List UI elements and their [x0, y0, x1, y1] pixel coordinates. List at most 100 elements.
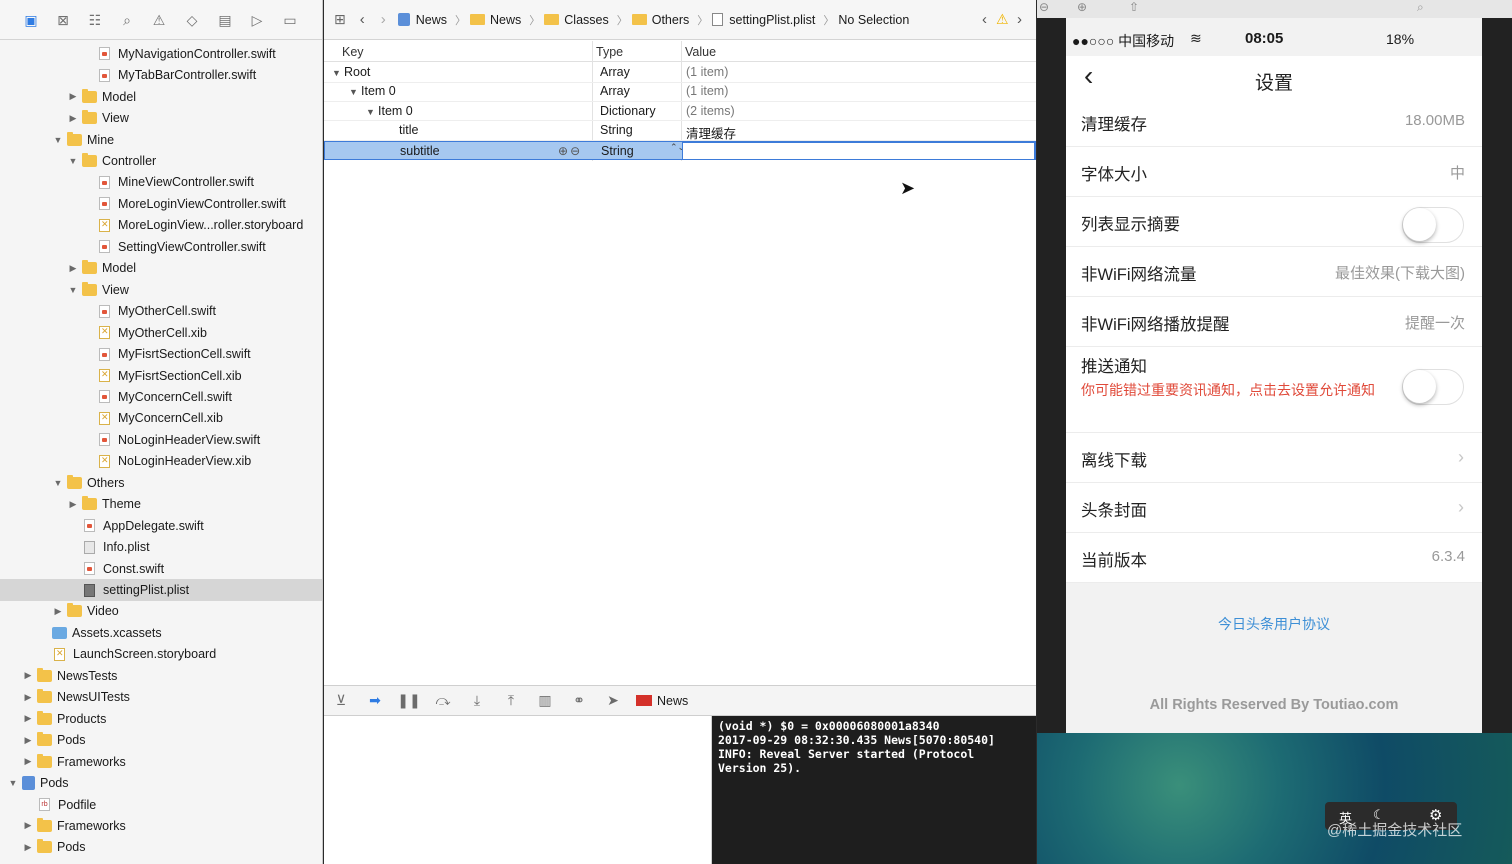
tree-group[interactable]: ▶ Model — [0, 86, 322, 108]
plist-key-cell[interactable]: title — [383, 123, 418, 137]
breakpoint-icon[interactable]: ▷ — [248, 12, 266, 28]
tree-group[interactable]: ▶ Pods — [0, 837, 322, 859]
tree-file[interactable]: MyConcernCell.swift — [0, 386, 322, 408]
settings-row[interactable]: 清理缓存 18.00MB — [1066, 97, 1482, 147]
tree-file[interactable]: AppDelegate.swift — [0, 515, 322, 537]
tree-group[interactable]: ▶ Pods — [0, 729, 322, 751]
disclosure-closed-icon[interactable]: ▶ — [68, 263, 78, 274]
plist-type[interactable]: String — [601, 144, 634, 158]
add-row-icon[interactable]: ⊕ — [558, 144, 568, 158]
push-notice-warning[interactable]: 你可能错过重要资讯通知，点击去设置允许通知 — [1081, 382, 1381, 399]
disclosure-open-icon[interactable]: ▼ — [366, 107, 378, 117]
console-output[interactable]: (void *) $0 = 0x00006080001a8340 2017-09… — [712, 716, 1036, 864]
tree-group[interactable]: ▼ Pods — [0, 772, 322, 794]
plist-key-cell[interactable]: ▼ Item 0 — [366, 104, 413, 118]
memory-graph-icon[interactable]: ⚭ — [562, 692, 596, 709]
tree-file[interactable]: SettingViewController.swift — [0, 236, 322, 258]
tree-file[interactable]: MoreLoginViewController.swift — [0, 193, 322, 215]
disclosure-closed-icon[interactable]: ▶ — [68, 499, 78, 510]
disclosure-open-icon[interactable]: ▼ — [53, 478, 63, 488]
hide-debug-area-icon[interactable]: ⊻ — [324, 692, 358, 709]
settings-row[interactable]: 字体大小 中 — [1066, 147, 1482, 197]
user-agreement-link[interactable]: 今日头条用户协议 — [1066, 614, 1482, 634]
view-debugger-icon[interactable]: ▥ — [528, 692, 562, 709]
issue-back-icon[interactable]: ‹ — [982, 11, 987, 28]
tree-file[interactable]: settingPlist.plist — [0, 579, 322, 601]
settings-row[interactable]: 推送通知 你可能错过重要资讯通知，点击去设置允许通知 — [1066, 347, 1482, 433]
tree-group[interactable]: ▶ Model — [0, 258, 322, 280]
search-icon[interactable]: ⌕ — [118, 12, 136, 28]
plist-key-cell[interactable]: ▼ Item 0 — [349, 84, 396, 98]
tree-group[interactable]: ▼ Others — [0, 472, 322, 494]
crumb-file[interactable]: settingPlist.plist — [729, 13, 815, 27]
disclosure-closed-icon[interactable]: ▶ — [23, 842, 33, 853]
forward-arrow-icon[interactable]: › — [381, 11, 386, 28]
column-value-header[interactable]: Value — [685, 45, 716, 59]
plist-row[interactable]: title String 清理缓存 — [324, 121, 1036, 141]
tree-group[interactable]: ▶ Theme — [0, 493, 322, 515]
plist-row[interactable]: ▼ Item 0 Dictionary (2 items) — [324, 102, 1036, 122]
tree-file[interactable]: LaunchScreen.storyboard — [0, 644, 322, 666]
disclosure-open-icon[interactable]: ▼ — [68, 285, 78, 295]
plist-value[interactable]: (2 items) — [686, 104, 735, 118]
disclosure-closed-icon[interactable]: ▶ — [68, 113, 78, 124]
back-arrow-icon[interactable]: ‹ — [360, 11, 365, 28]
zoom-in-icon[interactable]: ⊕ — [1077, 0, 1087, 14]
disclosure-closed-icon[interactable]: ▶ — [23, 820, 33, 831]
crumb-group-classes[interactable]: Classes — [564, 13, 608, 27]
tree-file[interactable]: Info.plist — [0, 536, 322, 558]
tree-file[interactable]: NoLoginHeaderView.swift — [0, 429, 322, 451]
tree-group[interactable]: ▼ Controller — [0, 150, 322, 172]
plist-key-cell[interactable]: ▼ Root — [332, 65, 370, 79]
tree-file[interactable]: MyOtherCell.xib — [0, 322, 322, 344]
disclosure-closed-icon[interactable]: ▶ — [23, 756, 33, 767]
settings-row[interactable]: 当前版本 6.3.4 — [1066, 533, 1482, 583]
tree-group[interactable]: ▶ NewsUITests — [0, 687, 322, 709]
test-diamond-icon[interactable]: ◇ — [183, 12, 201, 28]
issue-forward-icon[interactable]: › — [1017, 11, 1022, 28]
tree-file[interactable]: MyOtherCell.swift — [0, 300, 322, 322]
symbol-icon[interactable]: ⊠ — [54, 12, 72, 28]
pause-icon[interactable]: ❚❚ — [392, 692, 426, 709]
tree-file[interactable]: rb Podfile — [0, 794, 322, 816]
disclosure-open-icon[interactable]: ▼ — [53, 135, 63, 145]
search-icon[interactable]: ⌕ — [1417, 0, 1424, 15]
plist-key[interactable]: Item 0 — [378, 104, 413, 118]
tree-group[interactable]: ▶ View — [0, 107, 322, 129]
plist-key[interactable]: Root — [344, 65, 370, 79]
scheme-label[interactable]: News — [657, 694, 688, 708]
settings-row[interactable]: 离线下载 › — [1066, 433, 1482, 483]
breakpoints-toggle-icon[interactable]: ➡ — [358, 692, 392, 709]
tree-group[interactable]: ▶ Frameworks — [0, 815, 322, 837]
column-key-header[interactable]: Key — [342, 45, 364, 59]
disclosure-open-icon[interactable]: ▼ — [332, 68, 344, 78]
debug-icon[interactable]: ▤ — [216, 12, 234, 28]
plist-key-cell[interactable]: subtitle — [384, 144, 440, 158]
tree-group[interactable]: ▶ Frameworks — [0, 751, 322, 773]
settings-row[interactable]: 头条封面 › — [1066, 483, 1482, 533]
disclosure-open-icon[interactable]: ▼ — [349, 87, 361, 97]
crumb-group-news[interactable]: News — [490, 13, 521, 27]
related-items-icon[interactable]: ⊞ — [334, 11, 346, 28]
plist-key[interactable]: Item 0 — [361, 84, 396, 98]
tree-file[interactable]: MyTabBarController.swift — [0, 64, 322, 86]
plist-key[interactable]: subtitle — [400, 144, 440, 158]
crumb-project[interactable]: News — [416, 13, 447, 27]
plist-type[interactable]: Dictionary — [600, 104, 656, 118]
plist-type[interactable]: String — [600, 123, 633, 137]
tree-file[interactable]: Const.swift — [0, 558, 322, 580]
tree-file[interactable]: MyFisrtSectionCell.xib — [0, 365, 322, 387]
settings-row[interactable]: 列表显示摘要 — [1066, 197, 1482, 247]
step-over-icon[interactable]: ⤼ — [426, 692, 460, 709]
disclosure-closed-icon[interactable]: ▶ — [23, 713, 33, 724]
tree-file[interactable]: MineViewController.swift — [0, 172, 322, 194]
disclosure-closed-icon[interactable]: ▶ — [68, 91, 78, 102]
step-into-icon[interactable]: ⤓ — [460, 692, 494, 709]
step-out-icon[interactable]: ⤒ — [494, 692, 528, 709]
crumb-selection[interactable]: No Selection — [838, 13, 909, 27]
tree-file[interactable]: NoLoginHeaderView.xib — [0, 451, 322, 473]
plist-value-field[interactable] — [682, 141, 1035, 160]
plist-type[interactable]: Array — [600, 65, 630, 79]
toggle-switch[interactable] — [1402, 207, 1464, 243]
plist-row[interactable]: ▼ Item 0 Array (1 item) — [324, 82, 1036, 102]
